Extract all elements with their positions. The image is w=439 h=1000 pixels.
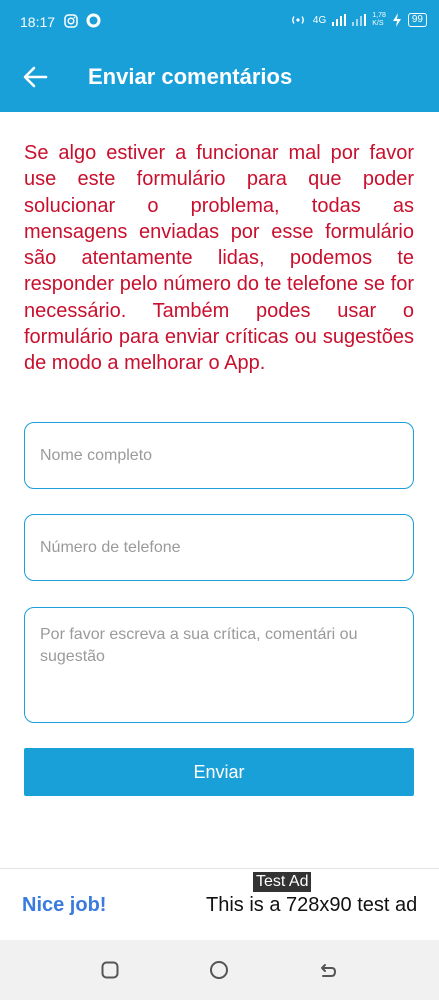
name-field[interactable]: Nome completo <box>24 422 414 489</box>
charging-icon <box>392 13 401 27</box>
arrow-left-icon[interactable] <box>22 64 48 90</box>
app-bar: 18:17 4G 1,78 K/S 99 Enviar comentários <box>0 0 439 112</box>
recent-apps-icon[interactable] <box>100 960 120 980</box>
name-placeholder: Nome completo <box>40 446 153 464</box>
ad-banner[interactable]: Test Ad Nice job! This is a 728x90 test … <box>0 868 439 940</box>
ad-text: This is a 728x90 test ad <box>206 894 418 916</box>
status-time: 18:17 <box>20 14 56 30</box>
phone-placeholder: Número de telefone <box>40 538 181 556</box>
status-bar: 18:17 4G 1,78 K/S 99 <box>0 0 439 44</box>
signal-icon <box>332 14 347 26</box>
ad-headline: Nice job! <box>22 894 107 916</box>
intro-text: Se algo estiver a funcionar mal por favo… <box>24 142 414 375</box>
instagram-icon <box>64 13 78 28</box>
network-type: 4G <box>312 14 327 26</box>
phone-field[interactable]: Número de telefone <box>24 514 414 581</box>
system-nav-bar <box>0 940 439 1000</box>
ad-badge: Test Ad <box>253 872 312 892</box>
hotspot-icon <box>291 16 304 24</box>
status-system-icons: 4G 1,78 K/S 99 <box>289 12 427 28</box>
app-notification-icon <box>86 13 101 28</box>
message-placeholder: Por favor escreva a sua crítica, comentá… <box>40 626 358 665</box>
send-button-label: Enviar <box>193 761 245 782</box>
message-field[interactable]: Por favor escreva a sua crítica, comentá… <box>24 607 414 723</box>
status-notification-icons <box>64 13 101 28</box>
signal-weak-icon <box>352 14 367 26</box>
network-speed: 1,78 K/S <box>372 12 386 28</box>
battery-level: 99 <box>407 13 427 27</box>
home-icon[interactable] <box>209 960 229 980</box>
network-speed-unit: K/S <box>372 20 384 27</box>
send-button[interactable]: Enviar <box>24 748 414 796</box>
back-nav-icon[interactable] <box>318 960 338 980</box>
page-title: Enviar comentários <box>88 64 293 89</box>
network-speed-value: 1,78 <box>372 12 386 19</box>
